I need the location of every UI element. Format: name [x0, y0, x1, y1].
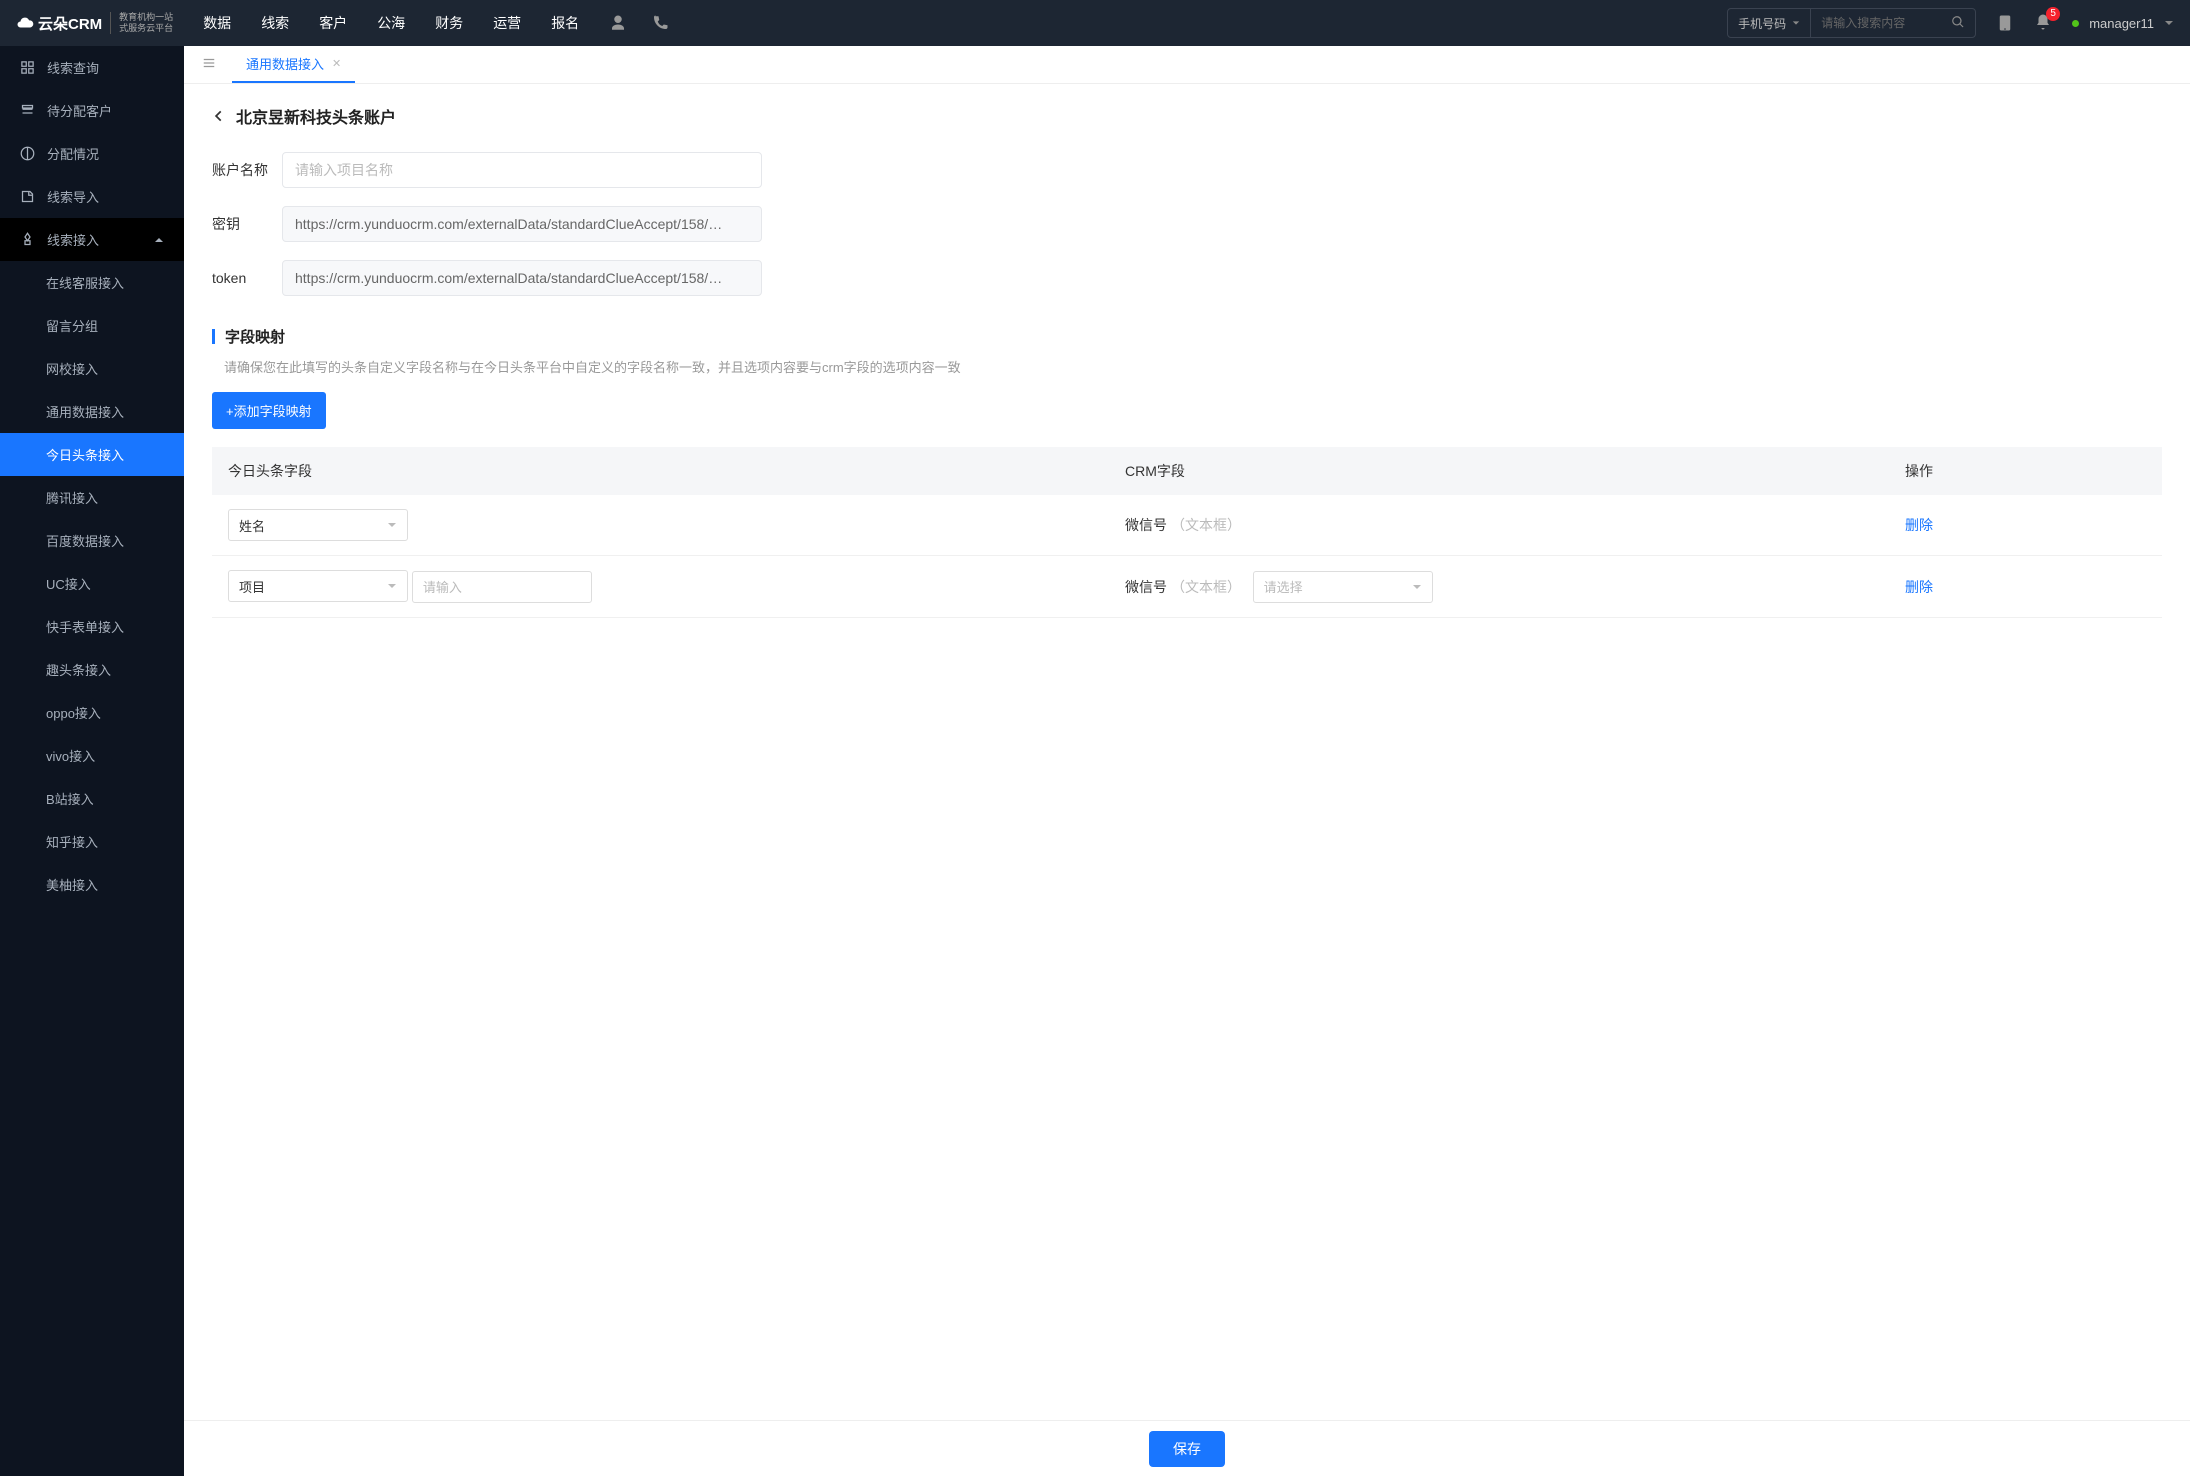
- user-menu[interactable]: manager11: [2072, 16, 2174, 31]
- cloud-icon: [16, 14, 34, 32]
- sidebar-item-label: 线索查询: [47, 58, 99, 77]
- chevron-down-icon: [1792, 19, 1800, 27]
- sidebar-sub-item[interactable]: 在线客服接入: [0, 261, 184, 304]
- sidebar-item[interactable]: 分配情况: [0, 132, 184, 175]
- sidebar-icon: [20, 189, 35, 204]
- token-input[interactable]: [282, 260, 762, 296]
- sidebar-sub-item[interactable]: 留言分组: [0, 304, 184, 347]
- topnav-item[interactable]: 财务: [435, 13, 463, 33]
- chevron-down-icon: [387, 520, 397, 530]
- sidebar-sub-item[interactable]: 通用数据接入: [0, 390, 184, 433]
- chevron-down-icon: [387, 581, 397, 591]
- main: 通用数据接入 ✕ 北京昱新科技头条账户 账户名称 密钥 token: [184, 46, 2190, 1476]
- footer-bar: 保存: [184, 1420, 2190, 1476]
- tt-field-select[interactable]: 姓名: [228, 509, 408, 541]
- tt-field-select[interactable]: 项目: [228, 570, 408, 602]
- topnav: 数据 线索 客户 公海 财务 运营 报名: [203, 13, 579, 33]
- sidebar-sub-item[interactable]: 美柚接入: [0, 863, 184, 906]
- sidebar-item-label: 待分配客户: [47, 101, 112, 120]
- crm-field-select[interactable]: 请选择: [1253, 571, 1433, 603]
- sidebar-icon: [20, 103, 35, 118]
- sidebar-icon: [20, 60, 35, 75]
- mapping-table: 今日头条字段 CRM字段 操作 姓名微信号（文本框）删除项目 微信号（文本框） …: [212, 447, 2162, 618]
- sidebar-sub-item[interactable]: 腾讯接入: [0, 476, 184, 519]
- topnav-item[interactable]: 报名: [551, 13, 579, 33]
- topnav-item[interactable]: 数据: [203, 13, 231, 33]
- sidebar-sub-item[interactable]: vivo接入: [0, 734, 184, 777]
- section-hint: 请确保您在此填写的头条自定义字段名称与在今日头条平台中自定义的字段名称一致，并且…: [212, 357, 2162, 376]
- sidebar-item-label: 线索导入: [47, 187, 99, 206]
- search-button[interactable]: [1941, 15, 1975, 32]
- username: manager11: [2089, 16, 2154, 31]
- status-dot: [2072, 20, 2079, 27]
- secret-label: 密钥: [212, 214, 282, 234]
- chevron-down-icon: [1412, 582, 1422, 592]
- sidebar-item-label: 线索接入: [47, 230, 99, 249]
- topbar: 云朵CRM 教育机构一站 式服务云平台 数据线索客户公海财务运营报名 手机号码 …: [0, 0, 2190, 46]
- topnav-item[interactable]: 公海: [377, 13, 405, 33]
- sidebar-item[interactable]: 待分配客户: [0, 89, 184, 132]
- sidebar-sub-item[interactable]: 知乎接入: [0, 820, 184, 863]
- topnav-item[interactable]: 客户: [319, 13, 347, 33]
- table-row: 姓名 微信号（文本框） 删除: [212, 495, 2162, 556]
- tab-label: 通用数据接入: [246, 54, 324, 73]
- th-action: 操作: [1889, 447, 2162, 495]
- sidebar-sub-item[interactable]: 网校接入: [0, 347, 184, 390]
- add-mapping-button[interactable]: +添加字段映射: [212, 392, 326, 429]
- collapse-sidebar-button[interactable]: [194, 52, 224, 77]
- search-icon: [1951, 15, 1965, 29]
- back-arrow-icon[interactable]: [212, 109, 226, 123]
- chevron-down-icon: [2164, 18, 2174, 28]
- section-bar: [212, 329, 215, 344]
- search-input[interactable]: [1811, 16, 1941, 30]
- search-group: 手机号码: [1727, 8, 1976, 38]
- mobile-icon[interactable]: [1996, 14, 2014, 32]
- notification-badge: 5: [2046, 7, 2060, 21]
- page-title: 北京昱新科技头条账户: [236, 104, 396, 128]
- notifications[interactable]: 5: [2034, 13, 2052, 34]
- crm-field-display: 微信号（文本框）: [1125, 515, 1241, 535]
- sidebar-sub-item[interactable]: 快手表单接入: [0, 605, 184, 648]
- topnav-item[interactable]: 线索: [261, 13, 289, 33]
- tab-active[interactable]: 通用数据接入 ✕: [232, 46, 355, 83]
- table-row: 项目 微信号（文本框） 请选择 删除: [212, 556, 2162, 618]
- sidebar-sub-item[interactable]: 趣头条接入: [0, 648, 184, 691]
- logo-text: 云朵CRM: [38, 13, 102, 34]
- sidebar-item[interactable]: 线索导入: [0, 175, 184, 218]
- secret-input[interactable]: [282, 206, 762, 242]
- search-type-select[interactable]: 手机号码: [1728, 9, 1811, 37]
- account-name-label: 账户名称: [212, 160, 282, 180]
- save-button[interactable]: 保存: [1149, 1431, 1225, 1467]
- delete-row-link[interactable]: 删除: [1905, 579, 1933, 595]
- th-crm-field: CRM字段: [1109, 447, 1889, 495]
- sidebar: 线索查询待分配客户分配情况线索导入线索接入在线客服接入留言分组网校接入通用数据接…: [0, 46, 184, 1476]
- sidebar-item[interactable]: 线索查询: [0, 46, 184, 89]
- account-name-input[interactable]: [282, 152, 762, 188]
- user-add-icon[interactable]: [609, 14, 627, 32]
- topnav-item[interactable]: 运营: [493, 13, 521, 33]
- phone-icon[interactable]: [651, 14, 669, 32]
- tt-field-extra-input[interactable]: [412, 571, 592, 603]
- sidebar-sub-item[interactable]: 百度数据接入: [0, 519, 184, 562]
- sidebar-sub-item[interactable]: B站接入: [0, 777, 184, 820]
- sidebar-item[interactable]: 线索接入: [0, 218, 184, 261]
- section-title: 字段映射: [225, 326, 285, 347]
- tabs-bar: 通用数据接入 ✕: [184, 46, 2190, 84]
- chevron-up-icon: [154, 235, 164, 245]
- crm-field-display: 微信号（文本框）: [1125, 577, 1241, 597]
- token-label: token: [212, 270, 282, 286]
- sidebar-icon: [20, 146, 35, 161]
- menu-collapse-icon: [202, 56, 216, 70]
- sidebar-sub-item[interactable]: UC接入: [0, 562, 184, 605]
- tab-close-button[interactable]: ✕: [332, 57, 341, 70]
- sidebar-sub-item[interactable]: oppo接入: [0, 691, 184, 734]
- delete-row-link[interactable]: 删除: [1905, 517, 1933, 533]
- sidebar-item-label: 分配情况: [47, 144, 99, 163]
- logo[interactable]: 云朵CRM 教育机构一站 式服务云平台: [16, 12, 173, 34]
- sidebar-sub-item[interactable]: 今日头条接入: [0, 433, 184, 476]
- th-tt-field: 今日头条字段: [212, 447, 1109, 495]
- content: 北京昱新科技头条账户 账户名称 密钥 token 字段映射 请确保您在此填写的头…: [184, 84, 2190, 1476]
- sidebar-icon: [20, 232, 35, 247]
